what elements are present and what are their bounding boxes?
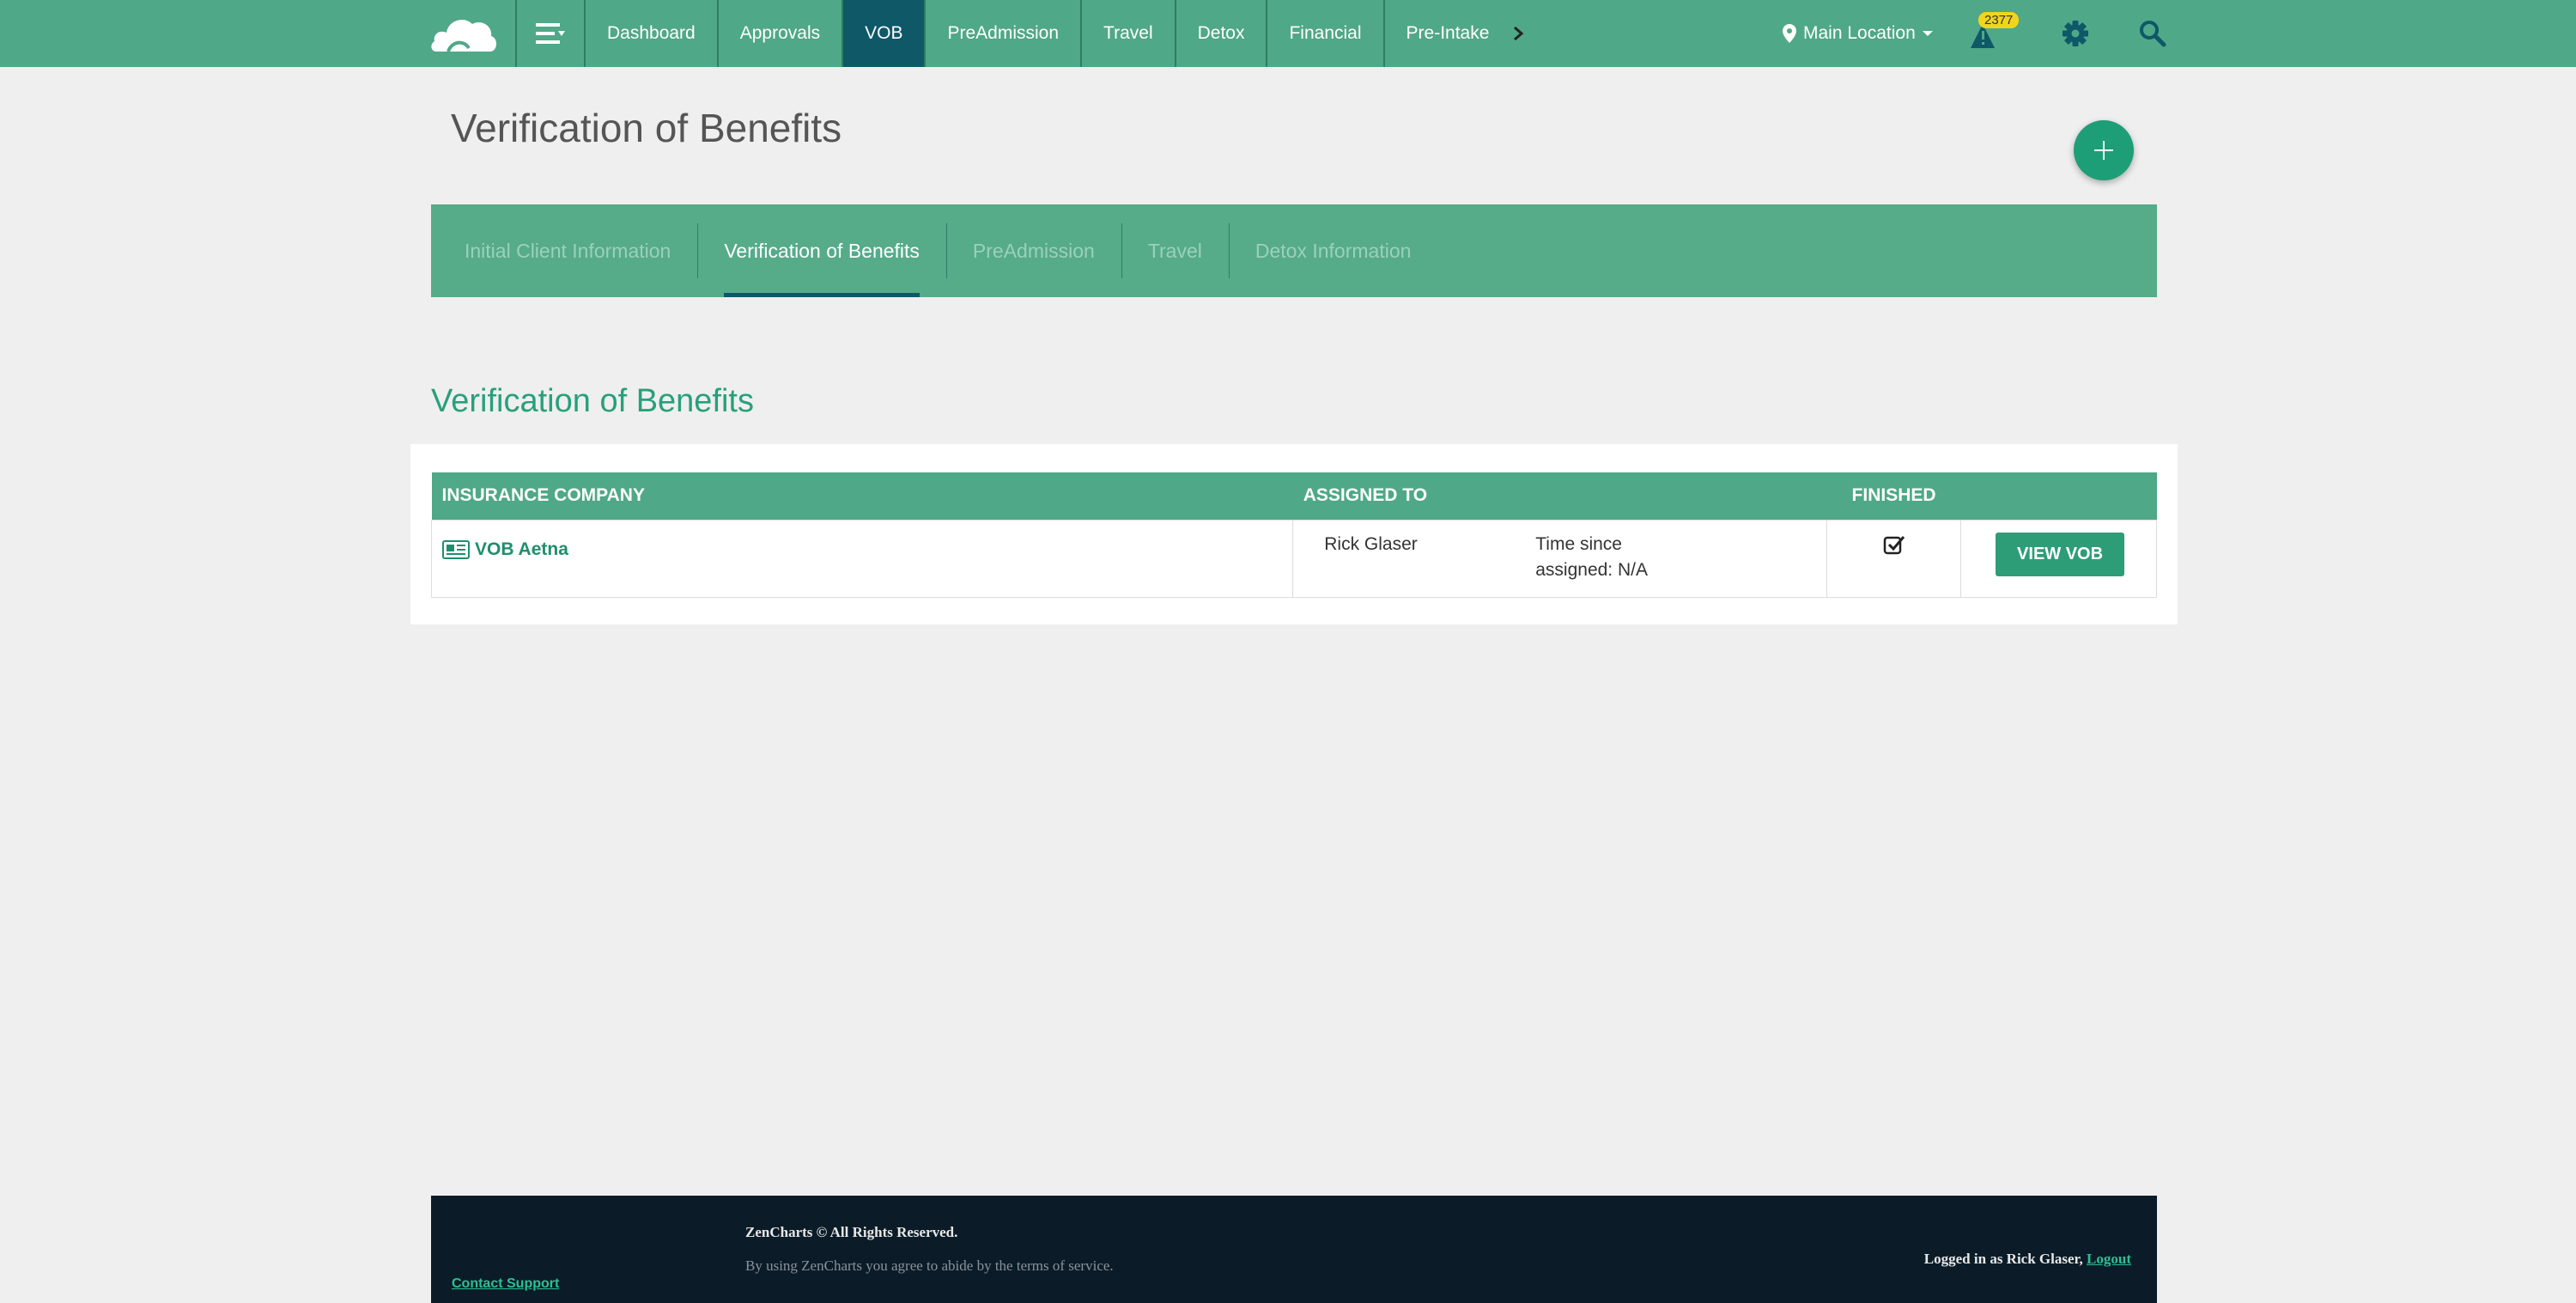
nav-item-financial[interactable]: Financial [1267, 0, 1385, 67]
check-square-icon [1838, 534, 1950, 557]
insurance-name: VOB Aetna [475, 539, 568, 559]
col-header-insurance: INSURANCE COMPANY [441, 485, 645, 506]
nav-item-travel[interactable]: Travel [1082, 0, 1176, 67]
finished-cell [1826, 519, 1962, 598]
newspaper-icon [442, 539, 470, 559]
insurance-cell: VOB Aetna [430, 519, 1294, 598]
alert-count-badge: 2377 [1978, 12, 2020, 28]
col-header-assigned: ASSIGNED TO [1303, 485, 1428, 506]
table-row: VOB Aetna Rick Glaser Time since assigne… [430, 519, 2157, 598]
time-since-assigned: Time since assigned: N/A [1535, 533, 1648, 580]
map-pin-icon [1783, 24, 1796, 43]
tab-preadmission[interactable]: PreAdmission [945, 204, 1121, 297]
gear-icon[interactable] [2059, 17, 2092, 50]
nav-item-approvals[interactable]: Approvals [719, 0, 844, 67]
main-nav: Dashboard Approvals VOB PreAdmission Tra… [586, 0, 1531, 67]
col-header-finished: FINISHED [1851, 485, 1936, 506]
tab-travel[interactable]: Travel [1121, 204, 1229, 297]
page-title: Verification of Benefits [451, 106, 842, 150]
footer-copyright: ZenCharts © All Rights Reserved. [745, 1224, 958, 1240]
action-cell: VIEW VOB [1960, 519, 2157, 598]
assigned-cell: Rick Glaser Time since assigned: N/A [1292, 519, 1828, 598]
location-label: Main Location [1803, 23, 1916, 43]
footer-terms: By using ZenCharts you agree to abide by… [745, 1257, 1114, 1274]
menu-toggle-icon[interactable] [517, 0, 584, 67]
assignee-name: Rick Glaser [1324, 533, 1418, 554]
tab-detox-information[interactable]: Detox Information [1228, 204, 1438, 297]
footer: ZenCharts © All Rights Reserved. By usin… [431, 1196, 2157, 1303]
nav-item-preadmission[interactable]: PreAdmission [926, 0, 1083, 67]
vob-aetna-link[interactable]: VOB Aetna [442, 539, 568, 560]
tab-verification-of-benefits[interactable]: Verification of Benefits [697, 204, 946, 297]
nav-item-vob[interactable]: VOB [843, 0, 927, 67]
contact-support-link[interactable]: Contact Support [452, 1276, 559, 1292]
logout-link[interactable]: Logout [2087, 1251, 2131, 1267]
location-selector[interactable]: Main Location [1783, 0, 1933, 67]
caret-down-icon [1922, 31, 1933, 36]
tab-initial-client-information[interactable]: Initial Client Information [438, 204, 697, 297]
client-tabs: Initial Client Information Verification … [431, 204, 2157, 297]
zencharts-logo-icon[interactable] [429, 10, 498, 57]
section-title: Verification of Benefits [431, 383, 754, 419]
chevron-right-icon[interactable] [1503, 0, 1534, 67]
table-header-row: INSURANCE COMPANY ASSIGNED TO FINISHED [431, 472, 2157, 520]
logged-in-text: Logged in as Rick Glaser, [1923, 1251, 2083, 1267]
nav-item-dashboard[interactable]: Dashboard [586, 0, 719, 67]
vob-table: INSURANCE COMPANY ASSIGNED TO FINISHED V… [430, 472, 2157, 598]
add-button[interactable] [2074, 120, 2134, 180]
top-navbar: Dashboard Approvals VOB PreAdmission Tra… [0, 0, 2576, 67]
view-vob-button[interactable]: VIEW VOB [1996, 532, 2125, 576]
search-icon[interactable] [2138, 19, 2167, 48]
col-header-actions [1961, 472, 2157, 520]
plus-icon [2094, 141, 2113, 160]
footer-logged-in: Logged in as Rick Glaser, Logout [1924, 1251, 2131, 1268]
nav-item-detox[interactable]: Detox [1176, 0, 1268, 67]
